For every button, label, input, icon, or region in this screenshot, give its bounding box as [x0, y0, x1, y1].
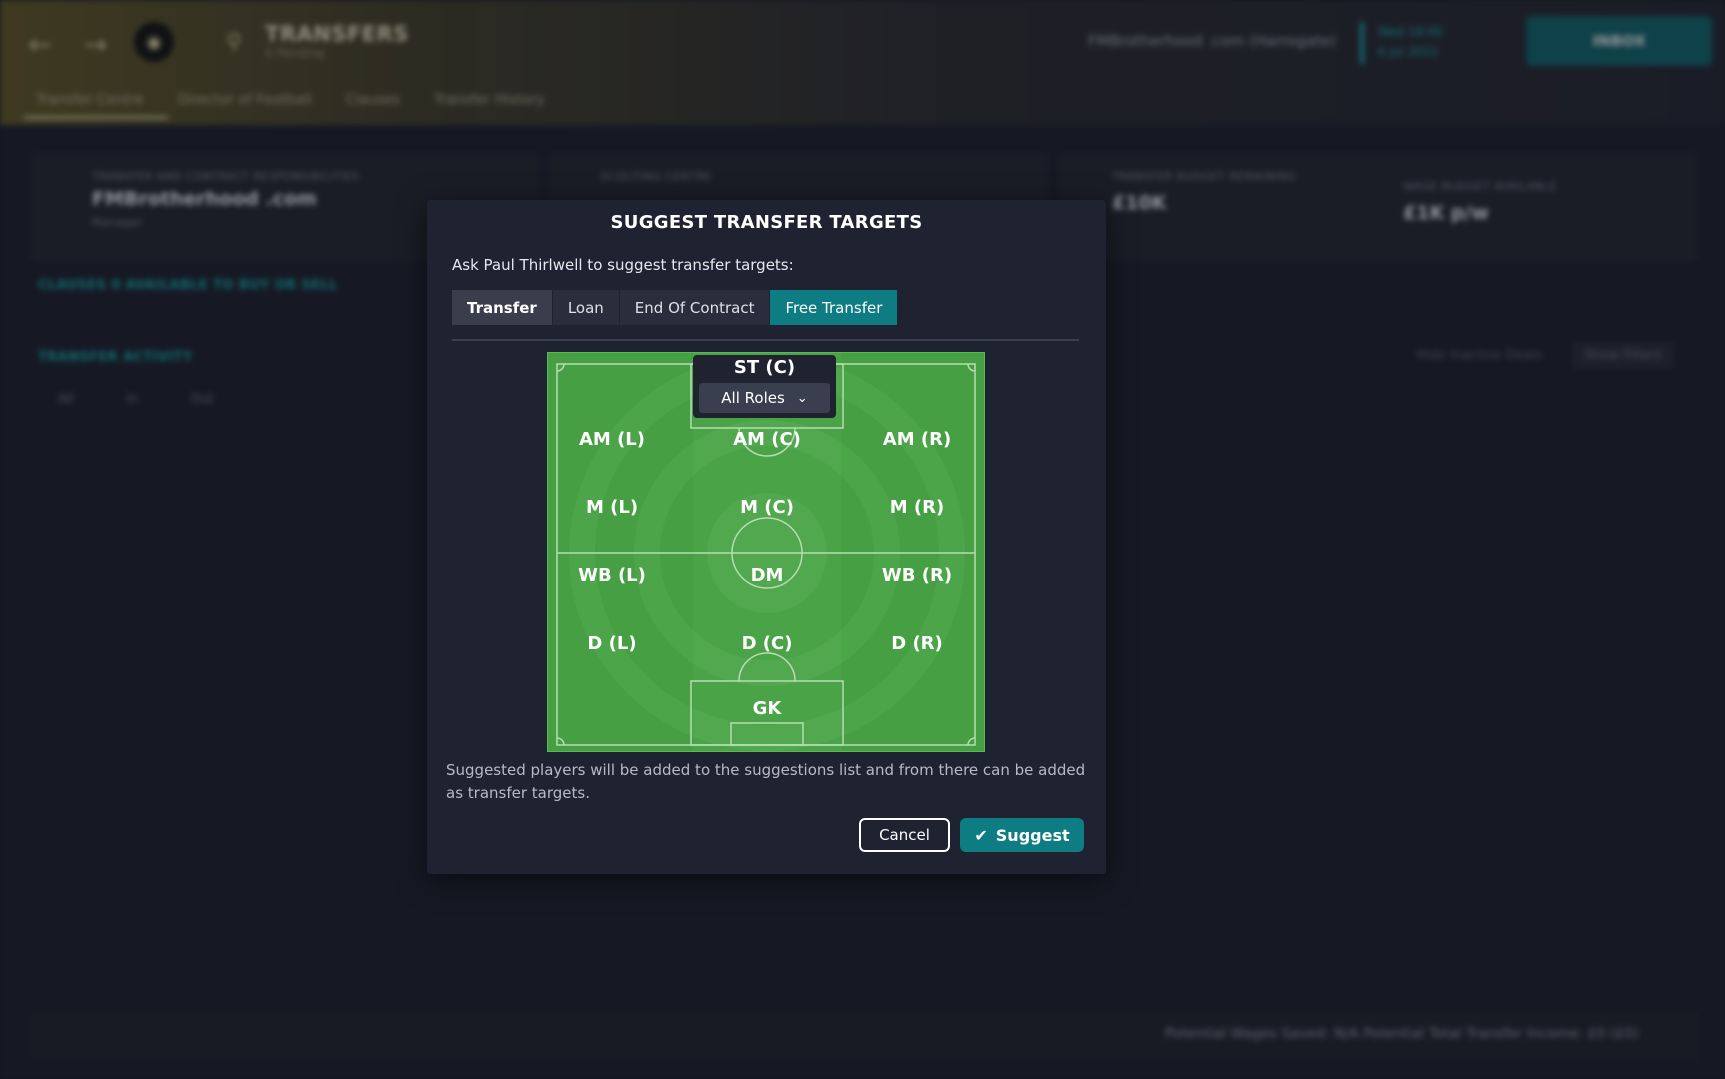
tab-loan[interactable]: Loan — [552, 290, 620, 325]
position-m-r[interactable]: M (R) — [852, 497, 982, 518]
role-dropdown[interactable]: All Roles ⌄ — [699, 383, 830, 413]
position-gk[interactable]: GK — [702, 698, 832, 719]
tab-free-transfer[interactable]: Free Transfer — [770, 290, 899, 325]
dialog-note: Suggested players will be added to the s… — [446, 761, 1086, 802]
suggest-button-label: Suggest — [995, 825, 1070, 845]
checkmark-icon: ✔ — [974, 825, 988, 845]
role-dropdown-value: All Roles — [721, 389, 785, 407]
tab-transfer[interactable]: Transfer — [452, 290, 553, 325]
suggest-button[interactable]: ✔ Suggest — [960, 818, 1084, 852]
dialog-prompt: Ask Paul Thirlwell to suggest transfer t… — [452, 256, 794, 274]
tab-end-of-contract[interactable]: End Of Contract — [619, 290, 771, 325]
transfer-type-tabs: Transfer Loan End Of Contract Free Trans… — [452, 290, 899, 325]
cancel-button[interactable]: Cancel — [859, 818, 950, 852]
position-dm[interactable]: DM — [702, 565, 832, 586]
position-wb-r[interactable]: WB (R) — [852, 565, 982, 586]
position-am-r[interactable]: AM (R) — [852, 429, 982, 450]
position-d-l[interactable]: D (L) — [548, 633, 677, 654]
position-am-c[interactable]: AM (C) — [702, 429, 832, 450]
position-m-l[interactable]: M (L) — [548, 497, 677, 518]
striker-slot[interactable]: ST (C) All Roles ⌄ — [693, 355, 836, 418]
suggest-targets-dialog: SUGGEST TRANSFER TARGETS Ask Paul Thirlw… — [427, 200, 1106, 874]
chevron-down-icon: ⌄ — [796, 390, 808, 406]
position-am-l[interactable]: AM (L) — [548, 429, 677, 450]
dialog-title: SUGGEST TRANSFER TARGETS — [610, 212, 923, 233]
position-st-c[interactable]: ST (C) — [693, 357, 836, 378]
position-m-c[interactable]: M (C) — [702, 497, 832, 518]
tabs-divider — [452, 339, 1079, 341]
position-wb-l[interactable]: WB (L) — [548, 565, 677, 586]
position-pitch: ST (C) All Roles ⌄ AM (L) AM (C) AM (R) … — [547, 352, 985, 752]
position-d-r[interactable]: D (R) — [852, 633, 982, 654]
position-d-c[interactable]: D (C) — [702, 633, 832, 654]
